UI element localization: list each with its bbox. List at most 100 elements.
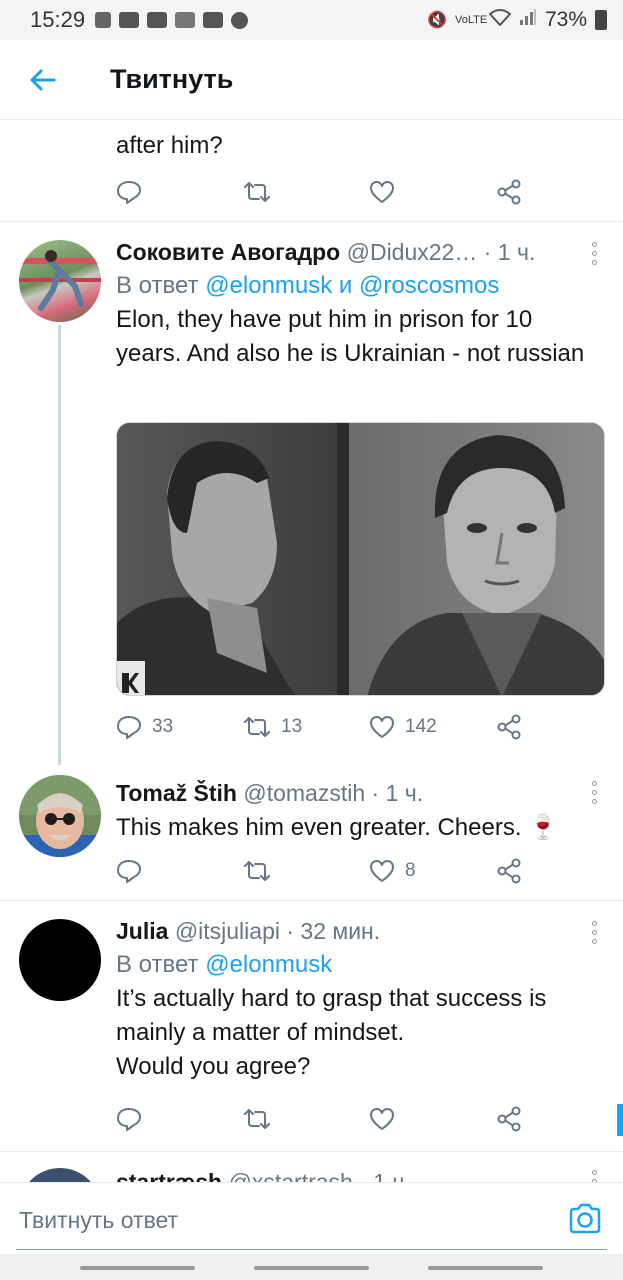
- reply-mentions[interactable]: @elonmusk: [205, 951, 332, 978]
- status-bar: 15:29 🔇 VoLTE 73%: [0, 0, 623, 40]
- reply-mentions[interactable]: @elonmusk и @roscosmos: [205, 272, 499, 299]
- reply-button[interactable]: [116, 1104, 142, 1134]
- like-button[interactable]: [369, 177, 395, 207]
- youtube-icon: [147, 12, 168, 28]
- mugshot-photo: [117, 423, 604, 695]
- status-time: 15:29: [30, 7, 86, 32]
- tweet-header: Tomaž Štih @tomazstih · 1 ч.: [116, 778, 601, 808]
- tweet-text-line: Would you agree?: [116, 1053, 311, 1080]
- reply-icon: [117, 1108, 141, 1131]
- more-options-button[interactable]: [590, 1170, 598, 1182]
- reply-button[interactable]: 33: [116, 712, 173, 742]
- reply-button[interactable]: [116, 856, 142, 886]
- signal-icon: [519, 8, 537, 32]
- back-arrow-icon: [30, 69, 56, 90]
- retweet-count: 13: [281, 716, 303, 737]
- share-button[interactable]: [496, 177, 522, 207]
- reply-button[interactable]: [116, 177, 142, 207]
- youtube-icon: [119, 12, 140, 28]
- tweet-text: It’s actually hard to grasp that success…: [116, 982, 601, 1084]
- user-handle[interactable]: @Didux22…: [347, 239, 478, 265]
- reply-input[interactable]: Твитнуть ответ: [19, 1207, 178, 1234]
- like-button[interactable]: [369, 1104, 395, 1134]
- thread-line: [58, 325, 61, 767]
- camera-icon: [569, 1203, 601, 1234]
- avatar[interactable]: [19, 1168, 101, 1182]
- notification-icons: [95, 11, 249, 29]
- user-handle[interactable]: @itsjuliapi: [175, 918, 280, 944]
- wifi-icon: [488, 8, 512, 32]
- share-button[interactable]: [496, 1104, 522, 1134]
- tweet-actions: 33 13 142: [116, 712, 536, 742]
- reply-count: 33: [152, 716, 174, 737]
- nav-home[interactable]: [254, 1266, 369, 1270]
- avatar[interactable]: [19, 775, 101, 857]
- tweet[interactable]: Julia @itsjuliapi · 32 мин. В ответ @elo…: [0, 901, 623, 1151]
- display-name[interactable]: Julia: [116, 918, 168, 944]
- page-title: Твитнуть: [110, 64, 234, 94]
- reply-icon: [117, 860, 141, 883]
- retweet-button[interactable]: 13: [243, 712, 302, 742]
- tweet-header: startræsh @xstartrash · 1 ч.: [116, 1167, 601, 1182]
- gmail-icon: [175, 12, 196, 28]
- chat-icon: [231, 11, 249, 29]
- tweet[interactable]: Tomaž Štih @tomazstih · 1 ч. This makes …: [0, 765, 623, 900]
- user-handle[interactable]: @tomazstih: [243, 780, 365, 806]
- notification-icon: [95, 12, 112, 28]
- tweet-time: · 32 мин.: [286, 918, 381, 944]
- reply-composer: Твитнуть ответ: [0, 1182, 623, 1254]
- app-bar: Твитнуть: [0, 40, 623, 120]
- retweet-icon: [244, 717, 270, 737]
- tweet-text: after him?: [116, 132, 223, 159]
- share-icon: [497, 1106, 521, 1132]
- more-options-button[interactable]: [590, 781, 598, 804]
- like-button[interactable]: 8: [369, 856, 416, 886]
- system-nav-bar: [0, 1254, 623, 1280]
- nav-back[interactable]: [428, 1266, 543, 1270]
- display-name[interactable]: Соковите Авогадро: [116, 239, 340, 265]
- tweet-photo[interactable]: [116, 422, 605, 696]
- tweet-partial-bottom[interactable]: startræsh @xstartrash · 1 ч.: [0, 1152, 623, 1182]
- camera-button[interactable]: [567, 1201, 603, 1237]
- display-name[interactable]: startræsh: [116, 1169, 222, 1182]
- share-button[interactable]: [496, 712, 522, 742]
- heart-icon: [370, 181, 394, 203]
- reply-to: В ответ @elonmusk и @roscosmos: [116, 269, 601, 303]
- scrollbar-thumb[interactable]: [617, 1104, 623, 1136]
- retweet-icon: [244, 1109, 270, 1129]
- tweet-actions: 8: [116, 856, 536, 886]
- like-button[interactable]: 142: [369, 712, 437, 742]
- reply-prefix: В ответ: [116, 272, 199, 299]
- tweet-time: · 1 ч.: [359, 1169, 411, 1182]
- retweet-button[interactable]: [243, 856, 271, 886]
- tweet-partial-top[interactable]: after him?: [0, 121, 623, 221]
- battery-percent: 73%: [544, 8, 587, 31]
- user-handle[interactable]: @xstartrash: [229, 1169, 353, 1182]
- mute-icon: 🔇: [427, 12, 447, 29]
- more-options-button[interactable]: [590, 921, 598, 944]
- retweet-button[interactable]: [243, 1104, 271, 1134]
- network-label: VoLTE: [454, 13, 488, 26]
- like-count: 142: [405, 716, 437, 737]
- nav-recents[interactable]: [80, 1266, 195, 1270]
- reply-prefix: В ответ: [116, 951, 199, 978]
- retweet-button[interactable]: [243, 177, 271, 207]
- gallery-icon: [203, 12, 224, 28]
- back-button[interactable]: [0, 40, 84, 120]
- tweet-text-line: It’s actually hard to grasp that success…: [116, 985, 547, 1012]
- share-button[interactable]: [496, 856, 522, 886]
- tweet-text: This makes him even greater. Cheers. 🍷: [116, 814, 559, 841]
- battery-icon: [595, 10, 607, 30]
- avatar[interactable]: [19, 919, 101, 1001]
- reply-icon: [117, 716, 141, 739]
- heart-icon: [370, 860, 394, 882]
- reply-icon: [117, 181, 141, 204]
- input-underline: [16, 1249, 607, 1250]
- like-count: 8: [405, 860, 416, 881]
- tweet-text: Elon, they have put him in prison for 10…: [116, 306, 585, 367]
- more-options-button[interactable]: [590, 242, 598, 265]
- display-name[interactable]: Tomaž Štih: [116, 780, 237, 806]
- share-icon: [497, 858, 521, 884]
- avatar[interactable]: [19, 240, 101, 322]
- heart-icon: [370, 716, 394, 738]
